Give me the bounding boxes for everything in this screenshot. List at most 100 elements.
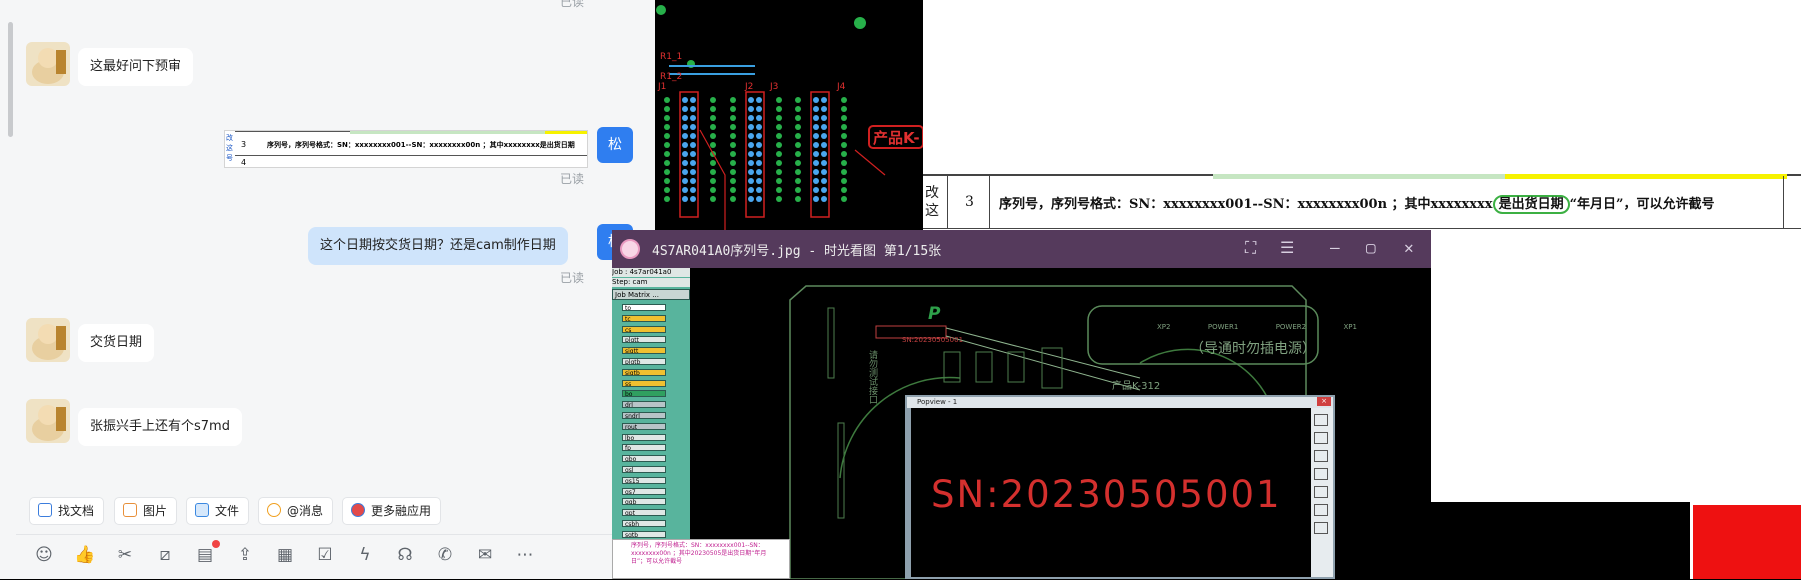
viewer-title-bar[interactable]: 4S7AR041A0序列号.jpg - 时光看图 第1/15张 ⛶ ☰ — ▢ … [612,230,1431,268]
doc-search-icon [38,503,52,517]
job-matrix-button[interactable]: Job Matrix ... [612,289,690,300]
headset-icon[interactable]: ☊ [394,545,416,565]
layer-item[interactable]: gs15 [622,476,666,484]
crop-icon[interactable]: ⛶ [1245,238,1256,258]
popview-close-icon[interactable]: × [1317,397,1331,406]
layer-item[interactable]: tc [622,314,666,322]
connector-label: XP1 [1343,323,1357,331]
mail-icon[interactable]: ✉ [474,545,496,565]
tool-icon[interactable] [1314,522,1328,534]
document-highlight-green [1213,174,1513,179]
layer-item[interactable]: gsl [622,466,666,473]
find-doc-button[interactable]: 找文档 [29,497,105,525]
minimize-button[interactable]: — [1330,238,1340,257]
layer-item[interactable]: sndrl [622,412,666,419]
viewer-app-icon [620,239,640,259]
board-power-warning: （导通时勿插电源） [1190,341,1316,357]
document-row-number: 3 [965,194,974,210]
pcb-label-j3: J3 [770,82,779,92]
at-message-button[interactable]: @消息 [258,497,334,525]
pcb-label-j4: J4 [837,82,846,92]
layer-item[interactable]: fp [622,444,666,452]
message-bubble[interactable]: 张振兴手上还有个s7md [78,408,242,446]
emoji-icon[interactable]: ☺ [33,545,55,565]
apps-icon [351,503,365,517]
file-button[interactable]: 文件 [186,497,250,525]
avatar[interactable] [26,42,70,86]
input-divider [16,534,655,535]
popview-title-bar[interactable]: Popview - 1 × [907,397,1333,408]
layer-item[interactable]: drl [622,401,666,409]
list-icon[interactable]: ☰ [1280,238,1294,257]
message-bubble[interactable]: 交货日期 [78,324,155,362]
image-button[interactable]: 图片 [114,497,178,525]
layer-item[interactable]: to [622,304,666,311]
maximize-button[interactable]: ▢ [1366,238,1376,257]
thumbs-up-icon[interactable]: 👍 [74,545,96,565]
chat-panel[interactable]: 已读 这最好问下预审 改 这 号 3 序列号，序列号格式：SN：xxxxxxxx… [0,0,655,579]
more-icon[interactable]: ⋯ [514,545,536,565]
pcb-label-product: 产品K- [873,129,920,147]
board-side-text: 请勿测试接口 [867,350,877,404]
phone-icon[interactable]: ✆ [434,545,456,565]
upload-icon[interactable]: ⇪ [234,545,256,565]
popview-toolbar[interactable] [1311,408,1333,577]
layer-item[interactable]: plgtt [622,336,666,344]
tool-icon[interactable] [1314,414,1328,426]
doc-add-icon[interactable]: ▤ [194,545,216,565]
avatar[interactable] [26,318,70,362]
close-button[interactable]: ✕ [1404,238,1414,257]
layer-item[interactable]: plgtb [622,358,666,365]
layer-item[interactable]: sigtb [622,368,666,376]
calendar-icon[interactable]: ▦ [274,545,296,565]
lightning-icon[interactable]: ϟ [354,545,376,565]
avatar[interactable] [26,399,70,443]
thumb-row-number: 3 [241,140,247,149]
board-p-logo: P [928,304,941,324]
connector-label: POWER1 [1207,323,1239,331]
step-line: Step: cam [612,278,690,287]
tool-icon[interactable] [1314,468,1328,480]
message-image-thumbnail[interactable]: 改 这 号 3 序列号，序列号格式：SN：xxxxxxxx001--SN：xxx… [224,130,588,168]
layer-item[interactable]: gs7 [622,487,666,495]
layer-item[interactable]: ggb [622,498,666,506]
document-highlight-yellow [1505,174,1787,179]
checkbox-icon[interactable]: ☑ [314,545,336,565]
layer-panel[interactable]: Job : 4s7ar041a0 Step: cam Job Matrix ..… [612,268,690,579]
message-bubble[interactable]: 这个日期按交货日期？还是cam制作日期 [308,227,568,265]
popview-window[interactable]: Popview - 1 × SN:20230505001 [905,395,1335,579]
user-avatar[interactable]: 松 [597,127,633,163]
tool-icon[interactable] [1314,450,1328,462]
annotation-note: 序列号，序列号格式：SN：xxxxxxxx001--SN：xxxxxxxx00n… [612,539,790,579]
slash-command-icon[interactable]: ⧄ [154,545,176,565]
read-status: 已读 [560,0,585,9]
thumb-row-text: 序列号，序列号格式：SN：xxxxxxxx001--SN：xxxxxxxx00n… [267,141,575,149]
layer-item[interactable]: sgtb [622,530,666,538]
scissors-icon[interactable]: ✂ [114,545,136,565]
pcb-label-r1-1: R1_1 [660,52,683,62]
layer-item[interactable]: gpt [622,509,666,517]
document-row-text-b: 是出货日期 [1492,195,1570,214]
layer-item[interactable]: gbo [622,455,666,463]
layer-item[interactable]: lbo [622,433,666,441]
tool-icon[interactable] [1314,432,1328,444]
more-apps-button[interactable]: 更多融应用 [342,497,442,525]
layer-item[interactable]: sigtt [622,347,666,355]
layer-item[interactable]: rout [622,422,666,430]
viewer-title: 4S7AR041A0序列号.jpg - 时光看图 第1/15张 [652,244,942,259]
board-sn-small: SN:20230505001 [902,336,964,344]
message-bubble[interactable]: 这最好问下预审 [78,48,194,86]
pcb-label-r1-2: R1_2 [660,72,683,82]
layer-item[interactable]: csbh [622,520,666,527]
layer-item[interactable]: cs [622,325,666,333]
layer-item[interactable]: bo [622,390,666,398]
at-icon [267,503,281,517]
document-side-chars: 改 这 [925,185,939,219]
pcb-label-j1: J1 [658,82,667,92]
tool-icon[interactable] [1314,486,1328,498]
tool-icon[interactable] [1314,504,1328,516]
layer-item[interactable]: ss [622,379,666,387]
document-row-text-c: “年月日”，可以允许截号 [1569,197,1715,212]
chat-scrollbar[interactable] [8,22,13,137]
notification-dot [212,540,220,548]
